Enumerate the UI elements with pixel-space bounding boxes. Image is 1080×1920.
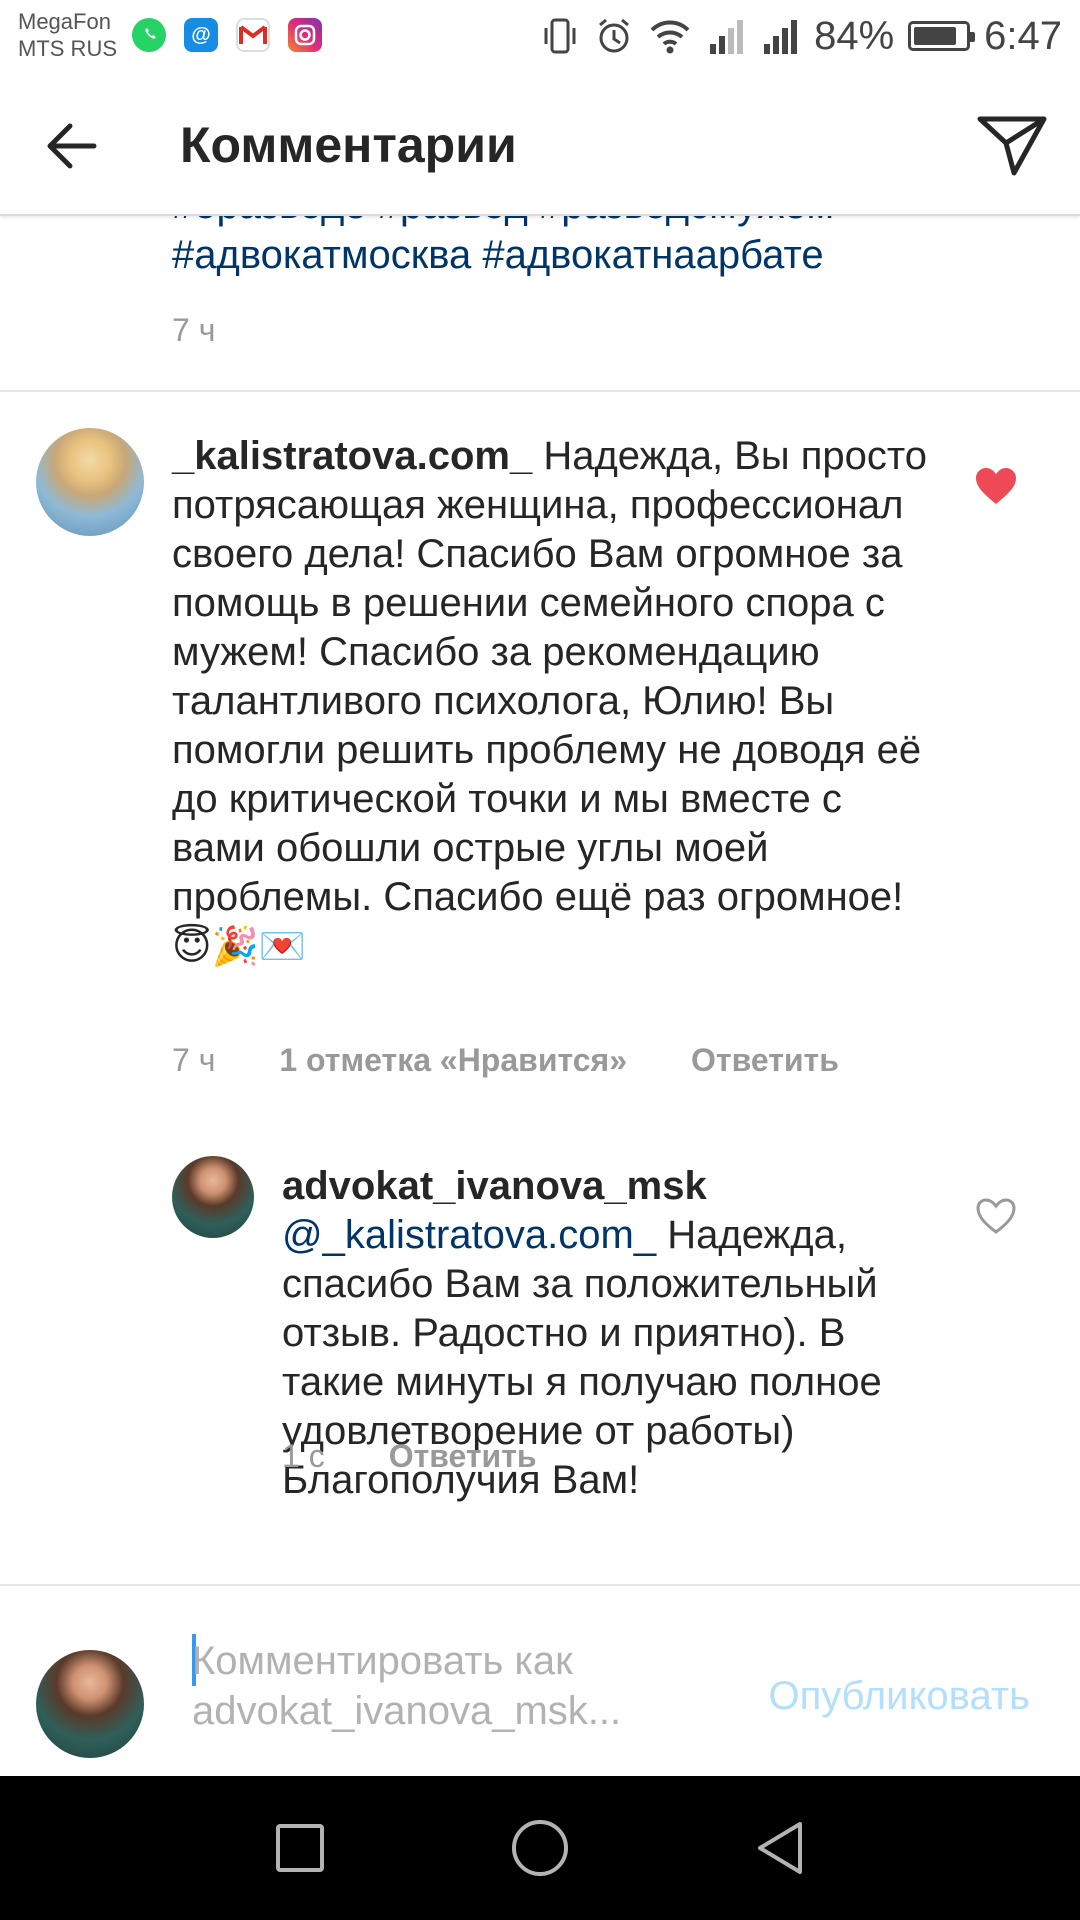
heart-outline-icon[interactable] <box>974 1196 1018 1236</box>
mail-ru-icon: @ <box>184 18 218 52</box>
reply-username[interactable]: advokat_ivanova_msk <box>282 1162 942 1211</box>
comments-list[interactable]: #оразводе #развод #разводсмужем #адвокат… <box>0 216 1080 1584</box>
comment-timestamp: 7 ч <box>172 1042 216 1078</box>
whatsapp-icon <box>132 18 166 52</box>
instagram-icon <box>288 18 322 52</box>
clock: 6:47 <box>984 13 1062 58</box>
share-direct-button[interactable] <box>974 110 1050 180</box>
comment-body: _kalistratova.com_ Надежда, Вы просто по… <box>172 432 932 971</box>
gmail-icon <box>236 18 270 52</box>
comment-composer: Комментировать как advokat_ivanova_msk..… <box>0 1584 1080 1776</box>
back-nav-button[interactable] <box>748 1816 812 1880</box>
reply-timestamp: 1 с <box>282 1438 325 1474</box>
reply-button[interactable]: Ответить <box>691 1042 839 1079</box>
carrier-line-2: MTS RUS <box>18 36 117 61</box>
divider <box>0 390 1080 392</box>
status-bar: MegaFon MTS RUS @ 84% 6:47 <box>0 0 1080 72</box>
avatar[interactable] <box>172 1156 254 1238</box>
home-circle-icon <box>512 1820 568 1876</box>
signal-icon <box>710 20 744 54</box>
notification-icons: @ <box>132 18 322 52</box>
caption-timestamp: 7 ч <box>172 312 216 348</box>
direct-send-icon <box>977 116 1047 176</box>
publish-button[interactable]: Опубликовать <box>768 1674 1030 1719</box>
avatar <box>36 1650 144 1758</box>
carrier-info: MegaFon MTS RUS <box>18 8 117 62</box>
reply-mention[interactable]: @_kalistratova.com_ <box>282 1213 656 1257</box>
reply-button[interactable]: Ответить <box>389 1438 537 1475</box>
back-button[interactable] <box>40 114 104 178</box>
hashtag-line-1[interactable]: #оразводе #развод #разводсмужем <box>172 216 1032 230</box>
hashtag-line-2[interactable]: #адвокатмосква #адвокатнаарбате <box>172 230 1032 280</box>
system-status: 84% 6:47 <box>540 10 1062 62</box>
battery-percent: 84% <box>814 13 895 58</box>
alarm-icon <box>599 18 630 53</box>
vibrate-icon <box>544 18 576 54</box>
reply-meta: 1 с Ответить <box>282 1438 537 1475</box>
battery-icon <box>908 21 976 51</box>
caption-hashtags: #оразводе #развод #разводсмужем #адвокат… <box>172 216 1032 280</box>
home-button[interactable] <box>508 1816 572 1880</box>
system-nav-bar <box>0 1776 1080 1920</box>
comment-emojis: 😇🎉💌 <box>172 924 307 968</box>
avatar[interactable] <box>36 428 144 536</box>
comments-header: Комментарии <box>0 72 1080 216</box>
comment-username[interactable]: _kalistratova.com_ <box>172 434 532 478</box>
comment-input-placeholder-line-2: advokat_ivanova_msk... <box>192 1689 622 1733</box>
back-triangle-icon <box>758 1822 802 1874</box>
page-title: Комментарии <box>180 117 517 173</box>
likes-count[interactable]: 1 отметка «Нравится» <box>279 1042 627 1079</box>
carrier-line-1: MegaFon <box>18 9 111 34</box>
heart-filled-icon[interactable] <box>974 466 1018 506</box>
comment-input-placeholder-line-1: Комментировать как <box>192 1639 573 1683</box>
signal-icon <box>764 20 798 54</box>
wifi-icon <box>650 20 690 54</box>
comment-text: Надежда, Вы просто потрясающая женщина, … <box>172 434 927 919</box>
comment-input[interactable]: Комментировать как advokat_ivanova_msk..… <box>192 1636 732 1736</box>
comment-meta: 7 ч 1 отметка «Нравится» Ответить <box>172 1042 839 1079</box>
arrow-left-icon <box>47 123 97 169</box>
recents-square-icon <box>276 1824 324 1872</box>
recents-button[interactable] <box>268 1816 332 1880</box>
